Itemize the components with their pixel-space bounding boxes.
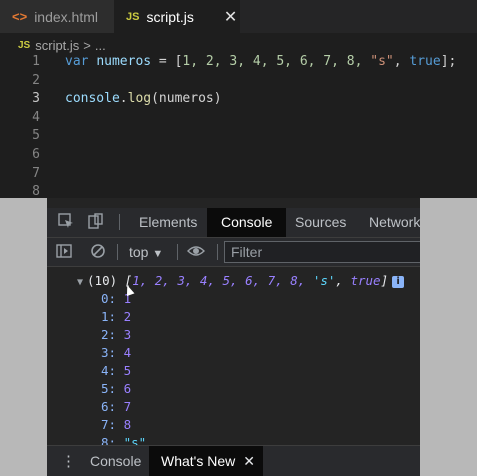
line-number: 7: [32, 165, 40, 181]
divider: [119, 214, 120, 230]
filter-input[interactable]: Filter: [224, 241, 420, 263]
code-line: 1 var numeros = [1, 2, 3, 4, 5, 6, 7, 8,…: [0, 53, 477, 72]
breadcrumb-rest[interactable]: ...: [95, 38, 106, 53]
code-line: 7: [0, 165, 477, 184]
close-drawer-icon[interactable]: ✕: [243, 453, 255, 469]
devtools-panel: Elements Console Sources Network top ▼ F…: [47, 198, 420, 476]
divider: [177, 244, 178, 260]
line-number: 3: [32, 91, 40, 107]
drawer-tab-console[interactable]: Console: [90, 446, 141, 476]
drawer-tab-whats-new[interactable]: What's New ✕: [149, 446, 263, 476]
tab-network[interactable]: Network: [369, 208, 420, 237]
clear-console-icon[interactable]: [89, 243, 107, 261]
drawer-tab-bar: ⋮ Console What's New ✕: [47, 445, 420, 476]
tab-console[interactable]: Console: [207, 208, 287, 237]
close-tab-icon[interactable]: ✕: [224, 7, 237, 27]
info-icon[interactable]: i: [392, 275, 405, 288]
tab-index-html[interactable]: <> index.html: [0, 0, 114, 33]
sidebar-toggle-icon[interactable]: [55, 243, 73, 261]
inspect-element-icon[interactable]: [57, 213, 75, 231]
tab-sources[interactable]: Sources: [295, 208, 346, 237]
html-file-icon: <>: [12, 9, 28, 24]
js-file-icon: JS: [126, 10, 140, 23]
array-entry: 1: 2: [101, 309, 132, 324]
code-editor[interactable]: 1 var numeros = [1, 2, 3, 4, 5, 6, 7, 8,…: [0, 53, 477, 202]
editor-tab-bar: <> index.html JS script.js ✕: [0, 0, 477, 33]
array-entry: 4: 5: [101, 363, 132, 378]
tab-elements[interactable]: Elements: [139, 208, 197, 237]
divider: [217, 244, 218, 260]
array-entry: 5: 6: [101, 381, 132, 396]
more-options-icon[interactable]: ⋮: [61, 452, 76, 470]
dropdown-arrow-icon: ▼: [152, 248, 164, 260]
code-line: 3 console.log(numeros): [0, 90, 477, 109]
line-number: 4: [32, 109, 40, 125]
code-text: var numeros = [1, 2, 3, 4, 5, 6, 7, 8, "…: [65, 54, 457, 69]
page-background: [0, 198, 47, 476]
breadcrumb-separator: >: [83, 37, 91, 53]
tab-label: index.html: [34, 8, 98, 25]
breadcrumb: JS script.js > ...: [18, 36, 106, 54]
js-file-icon: JS: [18, 39, 31, 51]
expand-triangle-icon[interactable]: ▼: [77, 277, 83, 288]
tab-script-js[interactable]: JS script.js ✕: [114, 0, 240, 33]
code-line: 6: [0, 146, 477, 165]
array-entry: 2: 3: [101, 327, 132, 342]
eye-icon[interactable]: [187, 243, 205, 261]
array-entry: 6: 7: [101, 399, 132, 414]
array-entry: 3: 4: [101, 345, 132, 360]
page-background: [420, 198, 477, 476]
code-line: 5: [0, 127, 477, 146]
line-number: 6: [32, 146, 40, 162]
console-toolbar: top ▼ Filter: [47, 238, 420, 267]
code-line: 4: [0, 109, 477, 128]
divider: [117, 244, 118, 260]
line-number: 5: [32, 128, 40, 144]
breadcrumb-file[interactable]: script.js: [35, 38, 79, 53]
tab-label: script.js: [146, 8, 194, 25]
devtools-tab-bar: Elements Console Sources Network: [47, 208, 420, 238]
context-selector[interactable]: top ▼: [129, 238, 163, 266]
code-text: console.log(numeros): [65, 91, 222, 107]
line-number: 2: [32, 72, 40, 88]
code-line: 2: [0, 72, 477, 91]
line-number: 1: [32, 54, 40, 69]
array-entry: 7: 8: [101, 417, 132, 432]
device-toolbar-icon[interactable]: [87, 213, 105, 231]
